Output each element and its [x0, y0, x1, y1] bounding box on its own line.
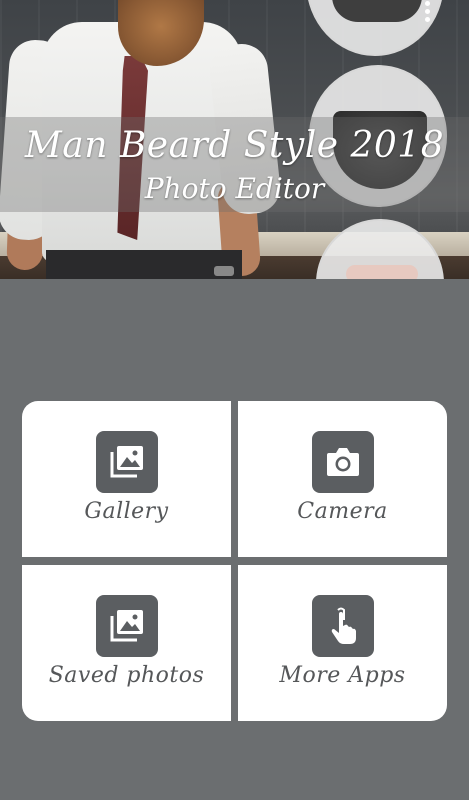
- more-apps-button[interactable]: More Apps: [238, 565, 447, 721]
- camera-icon: [311, 431, 374, 493]
- app-title: Man Beard Style 2018: [24, 125, 445, 166]
- gallery-button[interactable]: Gallery: [22, 401, 231, 557]
- touch-icon: [311, 595, 374, 657]
- title-overlay: Man Beard Style 2018 Photo Editor: [0, 117, 469, 212]
- saved-photos-label: Saved photos: [48, 663, 205, 688]
- overflow-menu-icon[interactable]: [420, 0, 434, 24]
- header-banner: Man Beard Style 2018 Photo Editor: [0, 0, 469, 279]
- app-subtitle: Photo Editor: [144, 172, 325, 205]
- saved-photos-icon: [95, 595, 158, 657]
- camera-label: Camera: [297, 499, 388, 524]
- camera-button[interactable]: Camera: [238, 401, 447, 557]
- saved-photos-button[interactable]: Saved photos: [22, 565, 231, 721]
- wristwatch: [214, 266, 234, 276]
- gallery-icon: [95, 431, 158, 493]
- more-apps-label: More Apps: [279, 663, 406, 688]
- gallery-label: Gallery: [84, 499, 169, 524]
- main-menu-grid: Gallery Camera Saved photos More Apps: [22, 401, 447, 721]
